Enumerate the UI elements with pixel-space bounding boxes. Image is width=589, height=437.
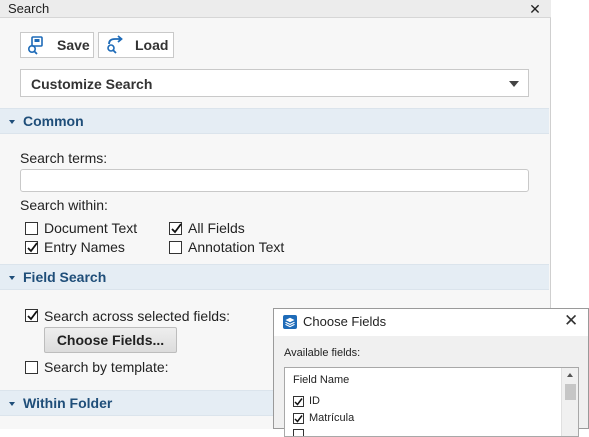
- checkmark-icon: [294, 414, 303, 423]
- caret-down-icon: [9, 402, 15, 406]
- load-icon: [105, 35, 125, 55]
- stack-icon: [283, 315, 297, 329]
- checkmark-icon: [27, 242, 38, 253]
- section-field-search-title: Field Search: [23, 269, 107, 285]
- save-icon: [27, 35, 47, 55]
- panel-title: Search: [8, 1, 50, 16]
- field-checkbox[interactable]: [293, 412, 304, 424]
- annotation-text-label: Annotation Text: [188, 239, 285, 255]
- checkmark-icon: [294, 397, 303, 406]
- field-name: ID: [309, 395, 320, 407]
- checkmark-icon: [27, 310, 38, 321]
- scroll-up-icon[interactable]: [567, 373, 573, 377]
- section-common-header[interactable]: Common: [0, 108, 549, 134]
- checkmark-icon: [171, 223, 182, 234]
- dialog-titlebar: Choose Fields ✕: [274, 309, 588, 336]
- caret-down-icon: [9, 120, 15, 124]
- search-within-label: Search within:: [20, 197, 108, 213]
- choose-fields-dialog: Choose Fields ✕ Available fields: Field …: [273, 308, 589, 437]
- search-by-template-label: Search by template:: [44, 359, 169, 375]
- section-common-title: Common: [23, 113, 84, 129]
- list-item[interactable]: ID: [293, 395, 320, 407]
- available-fields-label: Available fields:: [284, 347, 361, 359]
- field-checkbox[interactable]: [293, 395, 304, 407]
- chevron-down-icon: [509, 81, 519, 87]
- document-text-label: Document Text: [44, 220, 138, 236]
- search-terms-input[interactable]: [20, 169, 529, 192]
- caret-down-icon: [9, 276, 15, 280]
- list-item[interactable]: Matrícula: [293, 412, 354, 424]
- all-fields-checkbox[interactable]: [169, 222, 182, 235]
- dialog-close-icon[interactable]: ✕: [564, 311, 578, 331]
- listbox-scrollbar[interactable]: [561, 368, 578, 436]
- load-button[interactable]: Load: [98, 32, 174, 58]
- dialog-title: Choose Fields: [303, 314, 387, 329]
- customize-search-dropdown[interactable]: Customize Search: [20, 69, 529, 97]
- search-across-fields-checkbox[interactable]: [25, 309, 38, 322]
- search-by-template-checkbox[interactable]: [25, 361, 38, 374]
- list-item[interactable]: [293, 429, 309, 436]
- field-name-column-header[interactable]: Field Name: [293, 374, 349, 386]
- all-fields-label: All Fields: [188, 220, 245, 236]
- save-button[interactable]: Save: [20, 32, 94, 58]
- fields-listbox[interactable]: Field Name ID Matrícula: [284, 367, 579, 437]
- panel-titlebar: Search ✕: [0, 0, 551, 18]
- customize-search-value: Customize Search: [31, 76, 153, 92]
- field-name: Matrícula: [309, 412, 355, 424]
- load-label: Load: [135, 37, 169, 53]
- search-across-fields-label: Search across selected fields:: [44, 308, 230, 324]
- close-icon[interactable]: ✕: [527, 0, 543, 18]
- document-text-checkbox[interactable]: [25, 222, 38, 235]
- annotation-text-checkbox[interactable]: [169, 241, 182, 254]
- entry-names-label: Entry Names: [44, 239, 125, 255]
- section-within-folder-title: Within Folder: [23, 395, 113, 411]
- entry-names-checkbox[interactable]: [25, 241, 38, 254]
- field-checkbox[interactable]: [293, 429, 304, 436]
- section-field-search-header[interactable]: Field Search: [0, 264, 549, 290]
- choose-fields-button[interactable]: Choose Fields...: [44, 327, 177, 353]
- scroll-thumb[interactable]: [565, 384, 576, 400]
- save-label: Save: [57, 37, 90, 53]
- search-terms-label: Search terms:: [20, 150, 108, 166]
